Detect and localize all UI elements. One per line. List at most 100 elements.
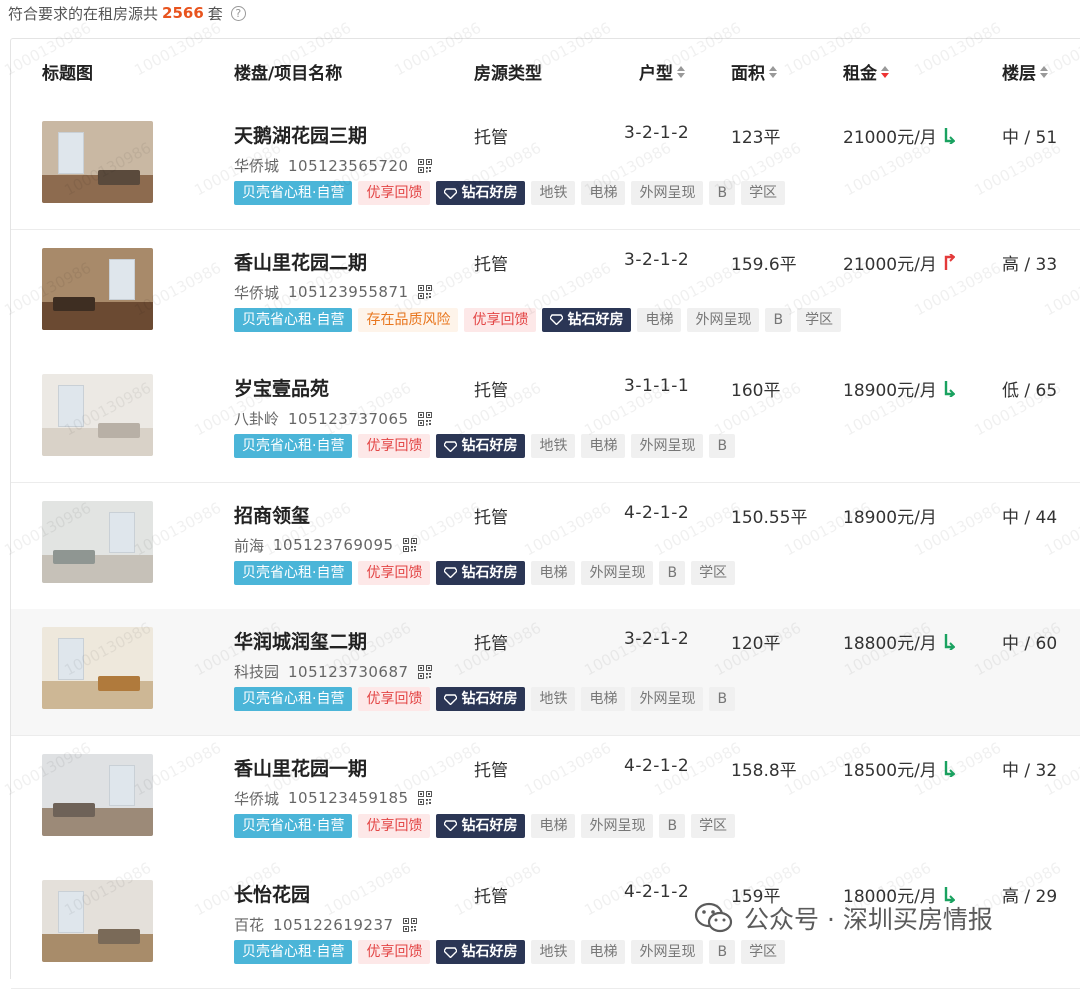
- listing-name[interactable]: 华润城润玺二期: [234, 627, 367, 654]
- listing-district: 华侨城: [234, 789, 280, 808]
- listing-layout: 4-2-1-2: [624, 502, 690, 523]
- tag: 优享回馈: [358, 434, 431, 458]
- rent-value: 21000元/月: [843, 254, 937, 275]
- tag: 贝壳省心租·自营: [234, 687, 353, 711]
- listing-code: 105123730687: [288, 662, 409, 681]
- table-header: 标题图 楼盘/项目名称 房源类型 户型 面积 租金 楼层: [11, 39, 1080, 104]
- listing-district: 科技园: [234, 663, 280, 681]
- tag: 电梯: [581, 181, 626, 205]
- listing-layout: 3-2-1-2: [624, 123, 690, 143]
- tag: 电梯: [581, 940, 626, 964]
- tag: B: [659, 560, 686, 585]
- tag: 地铁: [531, 181, 576, 205]
- tag: 贝壳省心租·自营: [234, 434, 353, 458]
- listing-area: 123平: [731, 128, 781, 148]
- listing-district: 华侨城: [234, 157, 280, 175]
- diamond-icon: [444, 693, 458, 705]
- table-row[interactable]: 香山里花园二期 华侨城 105123955871 贝壳省心租·自营 存在品质风险优…: [11, 229, 1080, 357]
- qr-code-icon[interactable]: [417, 791, 432, 805]
- price-down-icon: [944, 760, 955, 777]
- tag: 外网呈现: [631, 687, 704, 711]
- listing-name[interactable]: 香山里花园二期: [234, 248, 367, 275]
- tag: 外网呈现: [631, 940, 704, 964]
- listing-type: 托管: [474, 254, 508, 275]
- col-header-area[interactable]: 面积: [731, 59, 777, 84]
- tag: 优享回馈: [358, 687, 431, 711]
- listing-subline: 八卦岭 105123737065: [234, 408, 432, 429]
- table-row[interactable]: 华润城润玺二期 科技园 105123730687 贝壳省心租·自营 优享回馈 钻石好…: [11, 609, 1080, 736]
- listing-subline: 华侨城 105123459185: [234, 788, 432, 809]
- listing-rent: 18900元/月: [843, 376, 955, 401]
- listing-thumbnail[interactable]: [42, 627, 153, 709]
- tag: 外网呈现: [631, 181, 704, 205]
- listing-tags: 贝壳省心租·自营 优享回馈 钻石好房 地铁 电梯 外网呈现 B 学区: [234, 181, 786, 205]
- qr-code-icon[interactable]: [417, 158, 432, 173]
- listing-thumbnail[interactable]: [42, 753, 153, 836]
- tag: 电梯: [637, 307, 682, 332]
- listing-type: 托管: [474, 634, 508, 654]
- table-row[interactable]: 招商领玺 前海 105123769095 贝壳省心租·自营 优享回馈 钻石好房 电梯外…: [11, 482, 1080, 610]
- tag-diamond: 钻石好房: [436, 940, 526, 964]
- diamond-icon: [444, 567, 458, 578]
- price-up-icon: [944, 253, 955, 270]
- sort-icon[interactable]: [769, 65, 777, 78]
- tag: 电梯: [581, 687, 626, 711]
- summary-prefix: 符合要求的在租房源共: [8, 4, 159, 23]
- listing-table: 标题图 楼盘/项目名称 房源类型 户型 面积 租金 楼层 天鹅湖花园三期 华侨城…: [10, 38, 1080, 989]
- listing-layout: 4-2-1-2: [624, 755, 690, 776]
- sort-icon[interactable]: [1040, 65, 1048, 78]
- listing-name[interactable]: 长怡花园: [234, 880, 310, 907]
- listing-name[interactable]: 岁宝壹品苑: [234, 374, 329, 401]
- col-header-thumbnail: 标题图: [42, 64, 93, 84]
- listing-thumbnail[interactable]: [42, 880, 153, 962]
- listing-thumbnail[interactable]: [42, 247, 153, 330]
- col-header-floor[interactable]: 楼层: [1002, 59, 1048, 84]
- result-count: 2566: [162, 4, 204, 22]
- col-header-project: 楼盘/项目名称: [234, 64, 343, 84]
- tag: 学区: [741, 940, 786, 964]
- listing-rent: 21000元/月: [843, 250, 955, 275]
- listing-rent: 18800元/月: [843, 629, 955, 654]
- table-row[interactable]: 天鹅湖花园三期 华侨城 105123565720 贝壳省心租·自营 优享回馈 钻石好…: [11, 103, 1080, 230]
- tag: 学区: [691, 560, 736, 585]
- listing-tags: 贝壳省心租·自营 优享回馈 钻石好房 地铁 电梯 外网呈现 B 学区: [234, 940, 786, 964]
- wechat-account-mark: 公众号 · 深圳买房情报: [694, 898, 993, 938]
- listing-thumbnail[interactable]: [42, 500, 153, 583]
- listing-name[interactable]: 天鹅湖花园三期: [234, 121, 367, 148]
- diamond-icon: [550, 314, 564, 325]
- tag-diamond: 钻石好房: [436, 813, 526, 838]
- col-header-layout[interactable]: 户型: [639, 59, 685, 84]
- listing-area: 150.55平: [731, 507, 808, 528]
- tag: 电梯: [531, 560, 576, 585]
- listing-thumbnail[interactable]: [42, 374, 153, 456]
- qr-code-icon[interactable]: [417, 664, 432, 679]
- col-header-rent[interactable]: 租金: [843, 59, 889, 84]
- price-down-icon: [944, 634, 955, 650]
- qr-code-icon[interactable]: [402, 538, 417, 552]
- table-row[interactable]: 岁宝壹品苑 八卦岭 105123737065 贝壳省心租·自营 优享回馈 钻石好房地…: [11, 356, 1080, 483]
- qr-code-icon[interactable]: [417, 285, 432, 299]
- rent-value: 21000元/月: [843, 128, 937, 148]
- listing-thumbnail[interactable]: [42, 121, 153, 203]
- listing-tags: 贝壳省心租·自营 优享回馈 钻石好房 地铁 电梯 外网呈现 B: [234, 434, 736, 458]
- table-row[interactable]: 香山里花园一期 华侨城 105123459185 贝壳省心租·自营 优享回馈 钻石好…: [11, 735, 1080, 863]
- qr-code-icon[interactable]: [402, 917, 417, 932]
- rent-value: 18800元/月: [843, 634, 937, 654]
- listing-name[interactable]: 香山里花园一期: [234, 754, 367, 781]
- listing-type: 托管: [474, 887, 508, 907]
- listing-name[interactable]: 招商领玺: [234, 501, 310, 528]
- sort-icon[interactable]: [677, 65, 685, 78]
- listing-rent: 18900元/月: [843, 503, 937, 528]
- listing-subline: 百花 105122619237: [234, 914, 417, 935]
- tag: 优享回馈: [358, 940, 431, 964]
- help-icon[interactable]: ?: [230, 5, 246, 21]
- listing-type: 托管: [474, 507, 508, 528]
- tag: B: [765, 307, 792, 332]
- tag: 优享回馈: [358, 560, 431, 585]
- tag: 学区: [691, 813, 736, 838]
- tag: 优享回馈: [464, 307, 537, 332]
- listing-floor: 中 / 60: [1002, 634, 1058, 654]
- sort-desc-active-icon[interactable]: [881, 65, 889, 78]
- listing-tags: 贝壳省心租·自营 优享回馈 钻石好房 地铁 电梯 外网呈现 B: [234, 687, 736, 711]
- qr-code-icon[interactable]: [417, 411, 432, 426]
